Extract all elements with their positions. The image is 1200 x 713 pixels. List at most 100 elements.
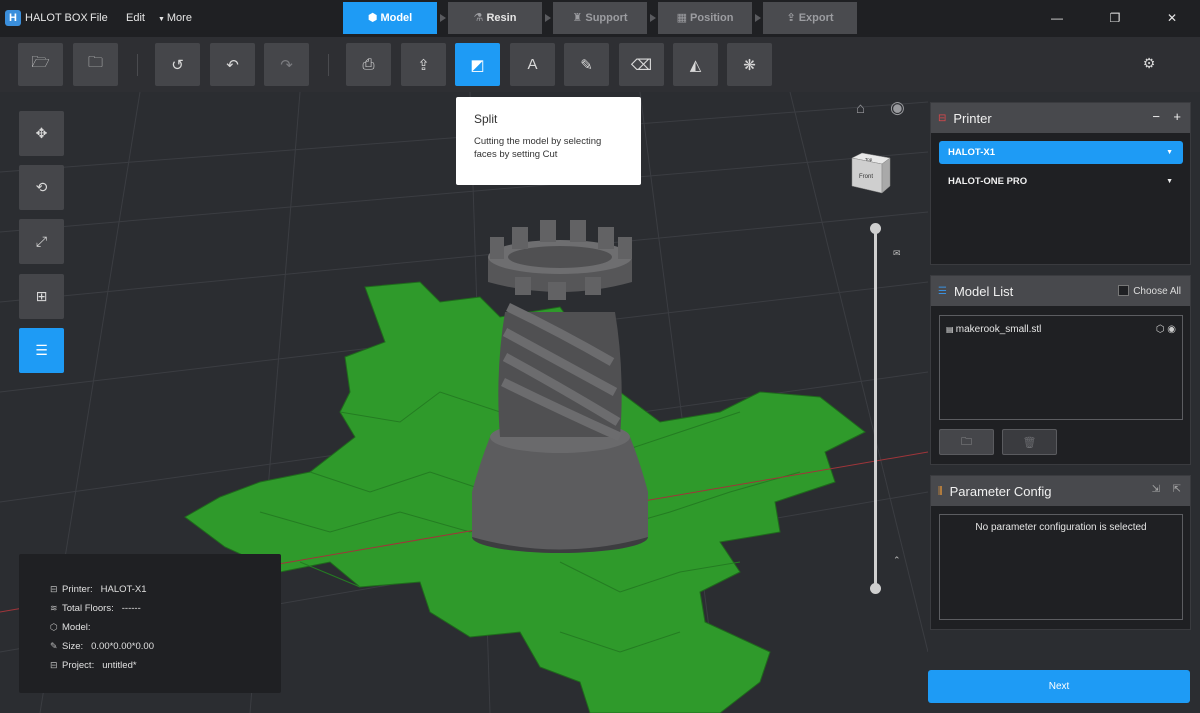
export-icon: ⇪ <box>786 12 796 24</box>
printer-panel: ⊟ Printer − + HALOT-X1 ▼ HALOT-ONE PRO ▼ <box>930 102 1191 265</box>
import-model-button[interactable]: 🗀 <box>939 429 994 455</box>
step-position-label: Position <box>690 12 734 24</box>
info-floors-value: ------ <box>121 603 141 614</box>
slider-up-chevron-icon[interactable]: ⌃ <box>893 555 901 566</box>
delete-model-button[interactable]: 🗑 <box>1002 429 1057 455</box>
info-printer-label: Printer: <box>62 584 93 595</box>
info-floors: ≋ Total Floors: ------ <box>50 599 281 618</box>
open-folder-button[interactable]: 🗁 <box>18 43 63 86</box>
info-printer-value: HALOT-X1 <box>100 584 147 595</box>
eraser-icon: ⌫ <box>630 56 653 74</box>
cube-icon: ⬢ <box>367 12 378 24</box>
visibility-eye-icon[interactable]: ◉ <box>890 98 905 118</box>
printer-select-halot-one-pro[interactable]: HALOT-ONE PRO ▼ <box>939 170 1183 193</box>
import-config-icon[interactable]: ⇲ <box>1152 484 1160 495</box>
menu-more[interactable]: ▼ More <box>158 12 192 24</box>
undo-icon: ↶ <box>226 56 239 74</box>
step-model-label: Model <box>380 12 413 24</box>
layer-slider-track[interactable] <box>874 228 877 590</box>
rook-model[interactable] <box>472 220 648 553</box>
resin-icon: ⚗ <box>473 12 484 24</box>
split-tooltip: Split Cutting the model by selecting fac… <box>456 97 641 185</box>
reset-button[interactable]: ↺ <box>155 43 200 86</box>
layer-slider-bottom-knob[interactable] <box>870 583 881 594</box>
menu-file[interactable]: File <box>90 12 108 24</box>
eye-icon[interactable]: ◉ <box>1167 324 1176 335</box>
next-button[interactable]: Next <box>928 670 1190 703</box>
minimize-button[interactable]: — <box>1050 11 1064 25</box>
choose-all-label: Choose All <box>1133 286 1181 297</box>
home-view-icon[interactable]: ⌂ <box>856 100 865 117</box>
export-model-button[interactable]: ⇪ <box>401 43 446 86</box>
trash-icon: 🗑 <box>1022 436 1037 449</box>
scale-icon: ⤢ <box>35 233 48 249</box>
measure-button[interactable]: ✎ <box>564 43 609 86</box>
step-export[interactable]: ⇪ Export <box>763 2 857 34</box>
scale-button[interactable]: ⤢ <box>19 219 64 264</box>
parameter-orange-icon: ⫼ <box>938 485 943 497</box>
mirror-button[interactable]: ◭ <box>673 43 718 86</box>
caret-down-icon: ▼ <box>158 16 167 23</box>
rotate-button[interactable]: ⟲ <box>19 165 64 210</box>
model-cube-icon[interactable]: ⬡ <box>1156 324 1165 335</box>
close-button[interactable]: ✕ <box>1165 11 1179 25</box>
add-copy-icon: ⊞ <box>35 288 48 304</box>
hollow-button[interactable]: ❋ <box>727 43 772 86</box>
open-project-button[interactable]: 🗀 <box>73 43 118 86</box>
step-position[interactable]: ▦ Position <box>658 2 752 34</box>
layer-slider-top-knob[interactable] <box>870 223 881 234</box>
menu-edit[interactable]: Edit <box>126 12 145 24</box>
step-export-label: Export <box>798 12 834 24</box>
tooltip-body: Cutting the model by selecting faces by … <box>474 136 602 160</box>
add-copy-button[interactable]: ⊞ <box>19 274 64 319</box>
toolbar: 🗁 🗀 ↺ ↶ ↷ ⎙ ⇪ ◩ A ✎ ⌫ ◭ ❋ ⚙ <box>0 37 1200 92</box>
model-cube-icon: ⬡ <box>50 622 58 632</box>
view-cube[interactable]: Top Front <box>850 152 894 194</box>
support-icon: ♜ <box>572 12 583 24</box>
printer-select-halot-x1[interactable]: HALOT-X1 ▼ <box>939 141 1183 164</box>
info-size-value: 0.00*0.00*0.00 <box>91 641 154 652</box>
ruler-small-icon: ✎ <box>50 641 58 651</box>
text-button[interactable]: A <box>510 43 555 86</box>
step-support-label: Support <box>585 12 628 24</box>
undo-button[interactable]: ↶ <box>210 43 255 86</box>
info-printer: ⊟ Printer: HALOT-X1 <box>50 580 281 599</box>
export-config-icon[interactable]: ⇱ <box>1173 484 1181 495</box>
step-support[interactable]: ♜ Support <box>553 2 647 34</box>
model-list-panel: ☰ Model List Choose All ▤ makerook_small… <box>930 275 1191 465</box>
step-arrow-icon <box>650 14 656 22</box>
step-resin[interactable]: ⚗ Resin <box>448 2 542 34</box>
printer-small-icon: ⊟ <box>50 584 58 594</box>
step-model[interactable]: ⬢ Model <box>343 2 437 34</box>
list-blue-icon: ☰ <box>938 285 947 297</box>
split-button[interactable]: ◩ <box>455 43 500 86</box>
add-printer-button[interactable]: + <box>1173 109 1181 124</box>
print-button[interactable]: ⎙ <box>346 43 391 86</box>
step-resin-label: Resin <box>486 12 517 24</box>
project-icon: ⊟ <box>50 660 58 670</box>
list-view-button[interactable]: ☰ <box>19 328 64 373</box>
parameter-config-title: Parameter Config <box>949 483 1052 499</box>
remove-printer-button[interactable]: − <box>1152 109 1160 124</box>
list-item[interactable]: ▤ makerook_small.stl <box>946 324 1041 335</box>
move-button[interactable]: ✥ <box>19 111 64 156</box>
folder-icon: 🗀 <box>961 435 972 448</box>
restore-button[interactable]: ❐ <box>1108 11 1122 25</box>
info-project: ⊟ Project: untitled* <box>50 656 281 675</box>
list-item-actions: ⬡ ◉ <box>1156 324 1176 335</box>
info-model: ⬡ Model: <box>50 618 281 637</box>
model-list-header: ☰ Model List Choose All <box>931 276 1190 306</box>
file-icon: ▤ <box>946 325 956 334</box>
printer-red-icon: ⊟ <box>938 112 947 124</box>
upload-icon: ⇪ <box>417 56 430 74</box>
eraser-button[interactable]: ⌫ <box>619 43 664 86</box>
choose-all-checkbox[interactable]: Choose All <box>1118 285 1181 297</box>
split-icon: ◩ <box>470 56 485 74</box>
settings-gear-icon[interactable]: ⚙ <box>1140 55 1158 73</box>
3d-viewport[interactable]: ✥ ⟲ ⤢ ⊞ ☰ Split Cutting the model by sel… <box>0 92 928 713</box>
mirror-icon: ◭ <box>689 56 702 74</box>
ruler-icon: ✎ <box>580 56 593 74</box>
parameter-config-panel: ⫼ Parameter Config ⇲ ⇱ No parameter conf… <box>930 475 1191 630</box>
info-size-label: Size: <box>62 641 84 652</box>
redo-button[interactable]: ↷ <box>264 43 309 86</box>
